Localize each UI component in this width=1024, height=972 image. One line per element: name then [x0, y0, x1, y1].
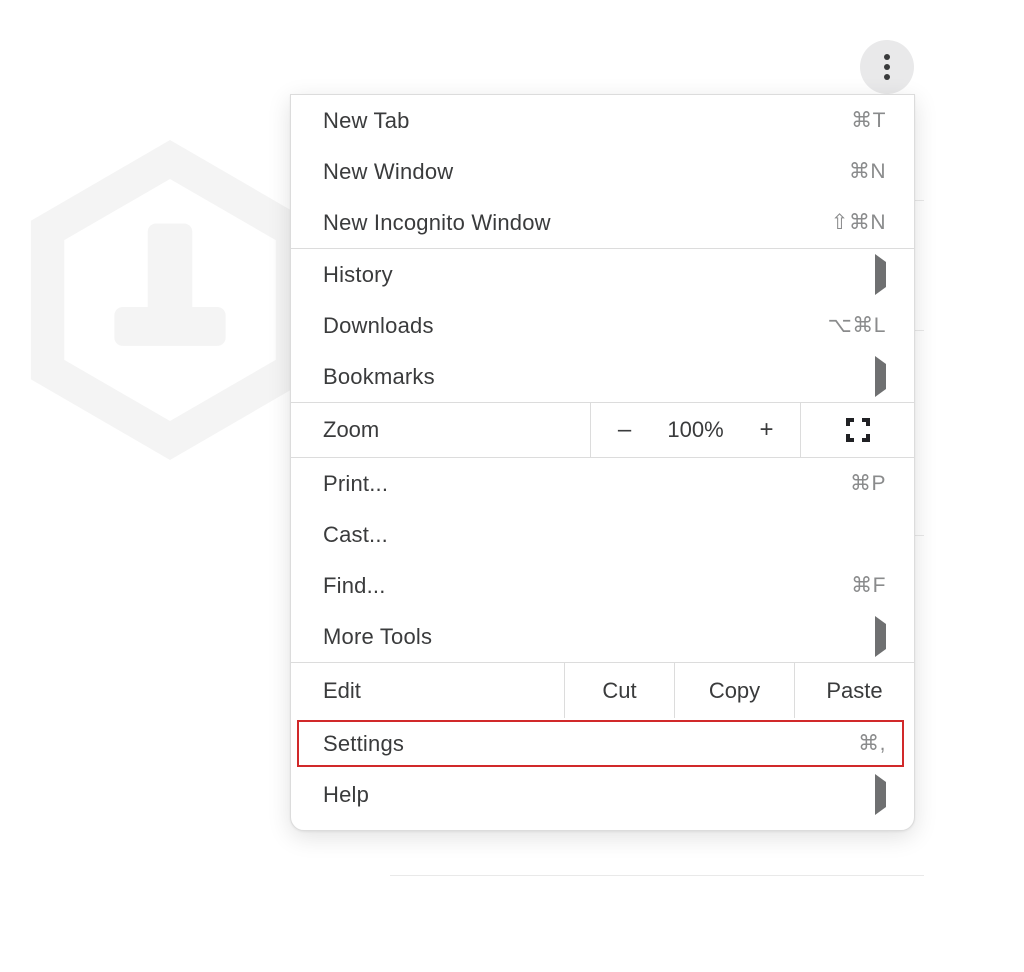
fullscreen-icon — [845, 417, 871, 443]
menu-section-new: New Tab ⌘T New Window ⌘N New Incognito W… — [291, 95, 914, 248]
menu-label: More Tools — [323, 626, 432, 648]
edit-label: Edit — [291, 663, 564, 718]
menu-item-more-tools[interactable]: More Tools — [291, 611, 914, 662]
zoom-in-button[interactable]: + — [752, 418, 782, 442]
shortcut-text: ⌥⌘L — [828, 315, 886, 336]
menu-item-help[interactable]: Help — [291, 769, 914, 820]
menu-section-settings: Settings ⌘, Help — [291, 718, 914, 830]
shortcut-text: ⌘, — [858, 733, 886, 754]
menu-label: Help — [323, 784, 369, 806]
menu-label: Print... — [323, 473, 388, 495]
menu-section-tools: Print... ⌘P Cast... Find... ⌘F More Tool… — [291, 458, 914, 662]
shortcut-text: ⌘N — [849, 161, 886, 182]
menu-item-new-tab[interactable]: New Tab ⌘T — [291, 95, 914, 146]
chrome-main-menu: New Tab ⌘T New Window ⌘N New Incognito W… — [290, 94, 915, 831]
menu-label: New Tab — [323, 110, 410, 132]
zoom-value: 100% — [664, 419, 728, 441]
menu-item-new-window[interactable]: New Window ⌘N — [291, 146, 914, 197]
edit-paste-button[interactable]: Paste — [794, 663, 914, 718]
submenu-arrow-icon — [875, 366, 886, 388]
more-menu-button[interactable] — [860, 40, 914, 94]
menu-edit-row: Edit Cut Copy Paste — [291, 662, 914, 718]
shortcut-text: ⌘F — [851, 575, 886, 596]
menu-label: Find... — [323, 575, 386, 597]
menu-zoom-row: Zoom – 100% + — [291, 402, 914, 458]
menu-section-history: History Downloads ⌥⌘L Bookmarks — [291, 248, 914, 402]
shortcut-text: ⌘P — [850, 473, 886, 494]
menu-item-bookmarks[interactable]: Bookmarks — [291, 351, 914, 402]
edit-copy-button[interactable]: Copy — [674, 663, 794, 718]
submenu-arrow-icon — [875, 264, 886, 286]
zoom-controls: – 100% + — [590, 403, 800, 457]
submenu-arrow-icon — [875, 784, 886, 806]
shortcut-text: ⇧⌘N — [831, 212, 886, 233]
submenu-arrow-icon — [875, 626, 886, 648]
edit-cut-button[interactable]: Cut — [564, 663, 674, 718]
menu-label: History — [323, 264, 393, 286]
menu-label: Downloads — [323, 315, 434, 337]
menu-item-cast[interactable]: Cast... — [291, 509, 914, 560]
zoom-out-button[interactable]: – — [610, 418, 640, 442]
menu-item-new-incognito[interactable]: New Incognito Window ⇧⌘N — [291, 197, 914, 248]
menu-label: Cast... — [323, 524, 388, 546]
menu-label: Bookmarks — [323, 366, 435, 388]
menu-label: New Incognito Window — [323, 212, 551, 234]
menu-label: Settings — [323, 733, 404, 755]
menu-item-print[interactable]: Print... ⌘P — [291, 458, 914, 509]
menu-item-find[interactable]: Find... ⌘F — [291, 560, 914, 611]
shortcut-text: ⌘T — [851, 110, 886, 131]
menu-item-settings[interactable]: Settings ⌘, — [291, 718, 914, 769]
vertical-dots-icon — [883, 53, 891, 81]
menu-item-history[interactable]: History — [291, 249, 914, 300]
fullscreen-button[interactable] — [800, 403, 914, 457]
zoom-label: Zoom — [291, 403, 590, 457]
background-logo — [30, 140, 310, 460]
menu-label: New Window — [323, 161, 453, 183]
menu-item-downloads[interactable]: Downloads ⌥⌘L — [291, 300, 914, 351]
